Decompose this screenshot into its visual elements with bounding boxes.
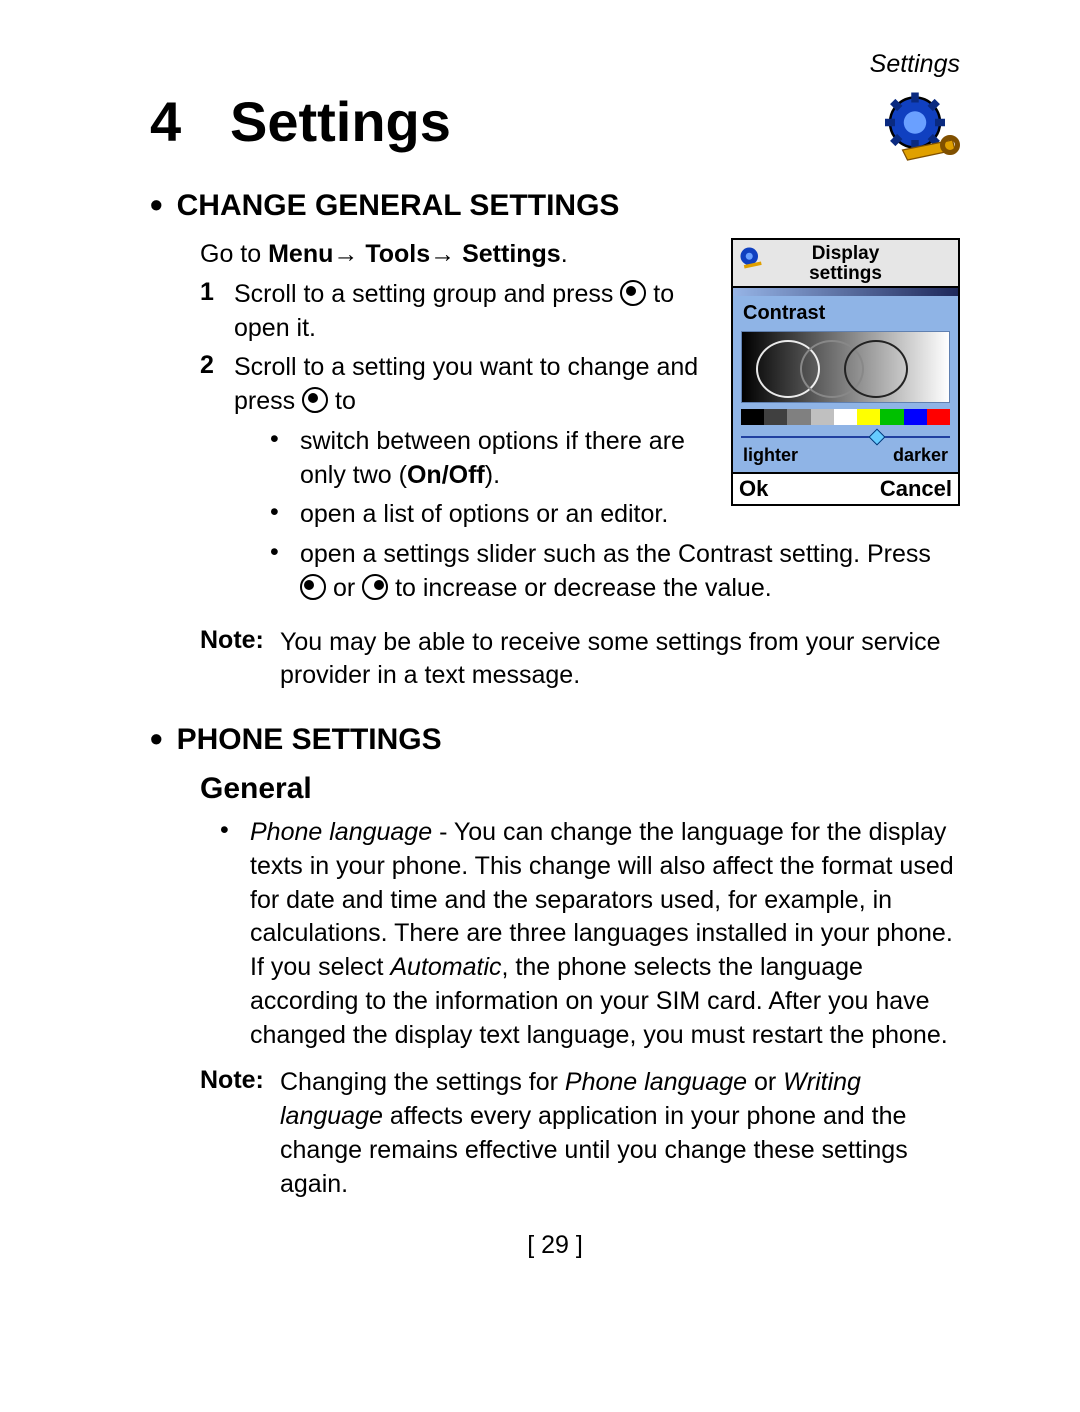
screenshot-slider [741, 431, 950, 443]
joystick-right-icon [362, 574, 388, 600]
joystick-left-icon [300, 574, 326, 600]
settings-gear-wrench-icon [880, 90, 960, 170]
note-block: Note: Changing the settings for Phone la… [200, 1066, 960, 1201]
note-body: You may be able to receive some settings… [280, 626, 960, 694]
chapter-number: 4 [150, 89, 230, 154]
note-label: Note: [200, 626, 280, 694]
screenshot-darker-label: darker [893, 445, 948, 466]
screenshot-lighter-label: lighter [743, 445, 798, 466]
substep-bullet: • open a list of options or an editor. [270, 498, 711, 532]
step-1: 1 Scroll to a setting group and press to… [200, 278, 711, 346]
bullet-icon: • [220, 816, 250, 1052]
chapter-heading: 4Settings [150, 89, 960, 154]
subsection-general: General [200, 772, 960, 806]
screenshot-title-line2: settings [733, 264, 958, 284]
bullet-icon: • [150, 184, 163, 225]
screenshot-softkey-cancel: Cancel [874, 474, 958, 504]
bullet-icon: • [270, 425, 300, 493]
section-change-general: •CHANGE GENERAL SETTINGS [150, 184, 960, 226]
joystick-center-icon [620, 280, 646, 306]
screenshot-contrast-label: Contrast [733, 300, 958, 331]
page-number: [ 29 ] [150, 1231, 960, 1260]
joystick-center-icon [302, 387, 328, 413]
screenshot-titlebar: Display settings [733, 240, 958, 288]
screenshot-softkey-ok: Ok [733, 474, 774, 504]
substep-bullet: • switch between options if there are on… [270, 425, 711, 493]
step-2: 2 Scroll to a setting you want to change… [200, 351, 711, 419]
screenshot-signal-bar [733, 288, 958, 296]
step-number: 1 [200, 278, 234, 346]
note-label: Note: [200, 1066, 280, 1201]
screenshot-body: Contrast lighter darker [733, 296, 958, 472]
phone-screenshot: Display settings Contrast lighter darker… [731, 238, 960, 506]
chapter-title: Settings [230, 90, 451, 153]
note-block: Note: You may be able to receive some se… [200, 626, 960, 694]
step-number: 2 [200, 351, 234, 419]
screenshot-color-bar [741, 409, 950, 425]
bullet-icon: • [150, 718, 163, 759]
screenshot-app-icon [737, 244, 765, 277]
section-phone-settings: •PHONE SETTINGS [150, 718, 960, 760]
screenshot-contrast-preview [741, 331, 950, 403]
bullet-icon: • [270, 538, 300, 606]
screenshot-title-line1: Display [733, 244, 958, 264]
slider-handle-icon [868, 428, 885, 445]
substep-bullet: • open a settings slider such as the Con… [270, 538, 960, 606]
phone-language-item: • Phone language - You can change the la… [220, 816, 960, 1052]
note-body: Changing the settings for Phone language… [280, 1066, 960, 1201]
running-head: Settings [150, 50, 960, 79]
bullet-icon: • [270, 498, 300, 532]
